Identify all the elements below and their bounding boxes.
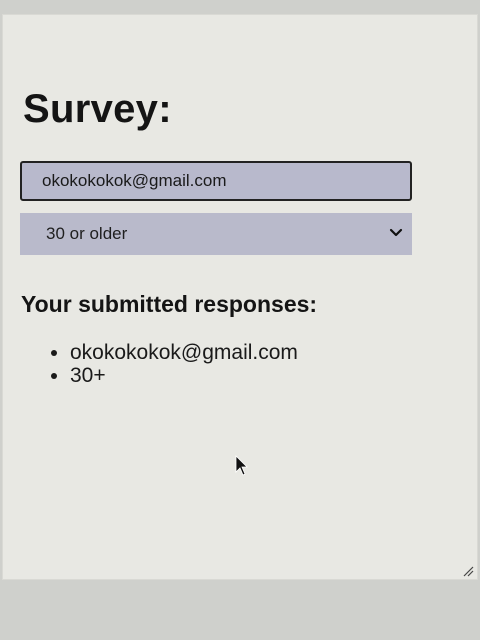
screen: Survey: 30 or older Your submitted respo… xyxy=(0,0,480,640)
responses-list: okokokokok@gmail.com 30+ xyxy=(52,341,298,387)
chevron-down-icon xyxy=(388,225,404,241)
response-item-age: 30+ xyxy=(70,364,298,387)
responses-heading: Your submitted responses: xyxy=(21,291,318,317)
page-title: Survey: xyxy=(23,87,172,131)
response-item-email: okokokokok@gmail.com xyxy=(70,341,298,364)
age-select-value: 30 or older xyxy=(46,224,128,243)
mouse-cursor-icon xyxy=(235,455,249,477)
resize-handle-icon[interactable] xyxy=(462,564,474,577)
email-field[interactable] xyxy=(20,161,412,201)
age-select[interactable]: 30 or older xyxy=(20,213,412,255)
